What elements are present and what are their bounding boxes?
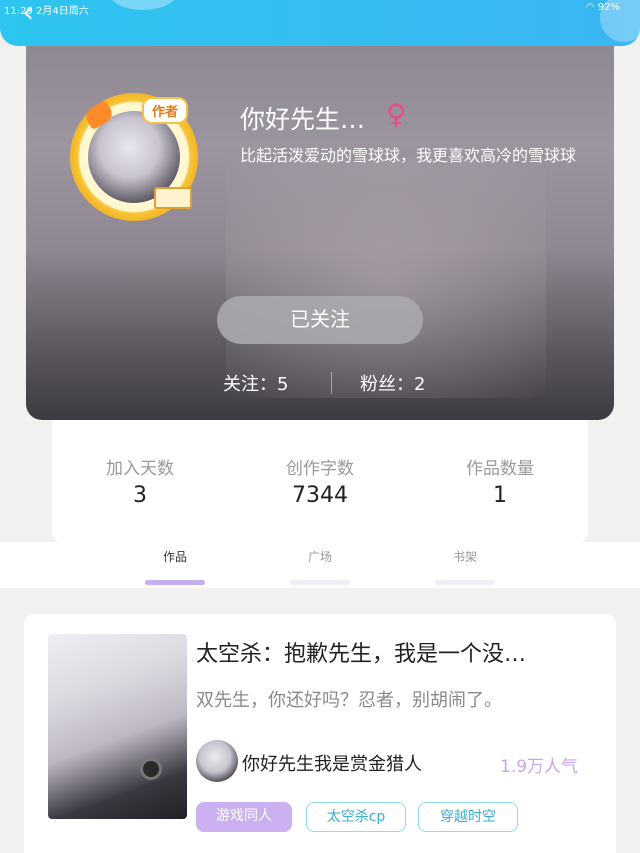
- work-description: 双先生，你还好吗？忍者，别胡闹了。: [196, 690, 502, 711]
- back-button[interactable]: ‹: [22, 0, 52, 30]
- stat-word-count: 创作字数 7344: [250, 454, 390, 508]
- female-icon: ♀: [386, 98, 407, 131]
- tab-indicator: [435, 580, 495, 585]
- top-bar: 11:29 2月4日周六 ◠ 92% ‹: [0, 0, 640, 46]
- profile-header: 作者 你好先生… ♀ 比起活泼爱动的雪球球，我更喜欢高冷的雪球球 已关注 关注：…: [26, 38, 614, 420]
- follow-button[interactable]: 已关注: [217, 296, 423, 344]
- tab-label: 作品: [162, 550, 187, 564]
- signature: 比起活泼爱动的雪球球，我更喜欢高冷的雪球球: [240, 146, 577, 165]
- stat-works-count: 作品数量 1: [430, 454, 570, 508]
- popularity-count: 1.9万人气: [500, 757, 579, 777]
- tab-works[interactable]: 作品: [135, 548, 215, 585]
- tab-bar: 作品 广场 书架: [0, 542, 640, 588]
- author-badge: 作者: [142, 97, 189, 124]
- tab-indicator: [290, 580, 350, 585]
- stat-label: 加入天数: [106, 459, 174, 479]
- tab-square[interactable]: 广场: [280, 548, 360, 585]
- stat-label: 作品数量: [466, 459, 534, 479]
- tab-label: 广场: [307, 550, 332, 564]
- tag-game-fanfic[interactable]: 游戏同人: [196, 802, 292, 832]
- following-count[interactable]: 关注：5: [223, 370, 288, 396]
- tab-indicator: [145, 580, 205, 585]
- stat-value: 1: [493, 483, 507, 508]
- stat-join-days: 加入天数 3: [70, 454, 210, 508]
- author-avatar[interactable]: [196, 740, 238, 782]
- watch-icon: [140, 758, 162, 780]
- book-icon: [154, 187, 192, 209]
- work-card[interactable]: 太空杀：抱歉先生，我是一个没… 双先生，你还好吗？忍者，别胡闹了。 你好先生我是…: [24, 614, 616, 853]
- wifi-icon: ◠: [585, 2, 595, 13]
- avatar[interactable]: 作者: [70, 93, 206, 229]
- stat-value: 3: [133, 483, 147, 508]
- stat-label: 创作字数: [286, 459, 354, 479]
- decorative-bubble: [110, 0, 176, 10]
- divider: [331, 372, 332, 394]
- tab-bookshelf[interactable]: 书架: [425, 548, 505, 585]
- stats-panel: 加入天数 3 创作字数 7344 作品数量 1: [52, 420, 588, 542]
- tag-time-travel[interactable]: 穿越时空: [418, 802, 518, 832]
- work-cover[interactable]: [48, 634, 187, 819]
- stat-value: 7344: [292, 483, 348, 508]
- tag-space-kill-cp[interactable]: 太空杀cp: [306, 802, 406, 832]
- battery-indicator: ◠ 92%: [585, 2, 620, 13]
- author-name[interactable]: 你好先生我是赏金猎人: [242, 750, 422, 776]
- nickname: 你好先生…: [240, 105, 366, 134]
- tab-label: 书架: [452, 550, 477, 564]
- fans-count[interactable]: 粉丝：2: [360, 370, 425, 396]
- work-title[interactable]: 太空杀：抱歉先生，我是一个没…: [196, 636, 596, 668]
